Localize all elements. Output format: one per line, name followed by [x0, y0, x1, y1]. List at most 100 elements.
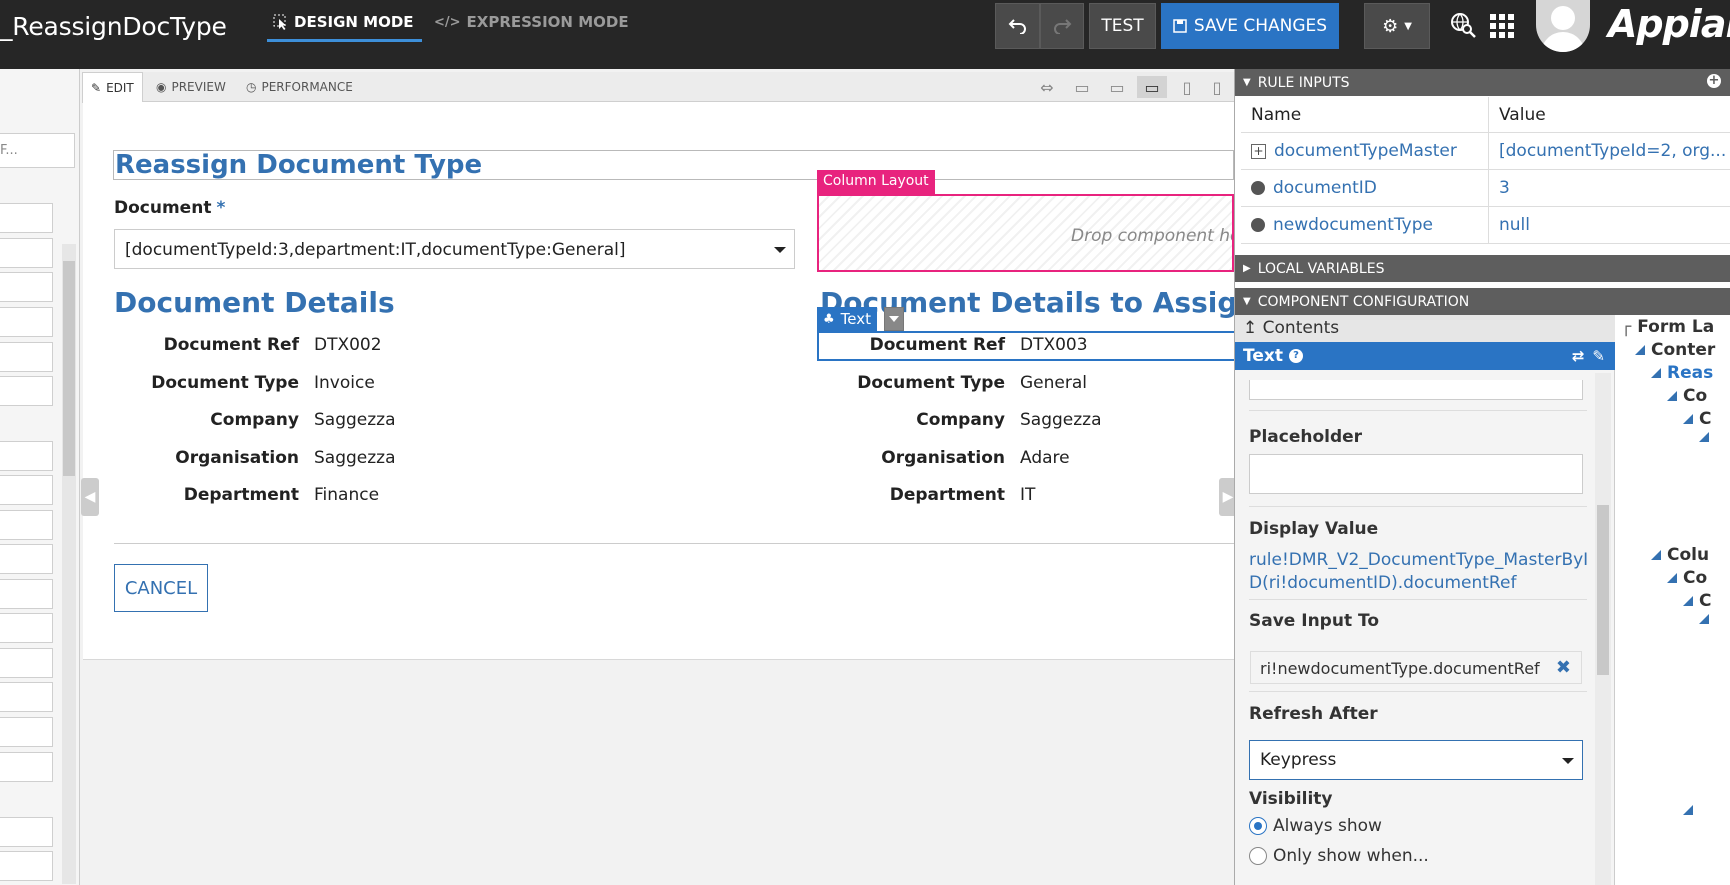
tree-item[interactable]: Co	[1667, 386, 1707, 406]
add-rule-input-icon[interactable]: +	[1707, 74, 1721, 88]
tree-item[interactable]: C	[1683, 591, 1711, 611]
radio-unselected[interactable]	[1249, 847, 1267, 865]
tree-item[interactable]: C	[1683, 409, 1711, 429]
remove-x-icon[interactable]: ✖	[1556, 657, 1571, 678]
tree-item[interactable]: Colu	[1651, 545, 1709, 565]
tablet-icon[interactable]: ▯	[1172, 76, 1202, 98]
expand-triangle-icon	[1683, 414, 1693, 424]
palette-item[interactable]	[0, 851, 53, 881]
form-title[interactable]: Reassign Document Type	[113, 150, 1234, 180]
palette-item[interactable]	[0, 648, 53, 678]
config-scroll-thumb[interactable]	[1597, 505, 1609, 675]
monitor-icon[interactable]: ▭	[1137, 76, 1167, 98]
right-company-label: Company	[916, 410, 1005, 430]
rule-input-row[interactable]: newdocumentType null	[1241, 207, 1730, 244]
right-dept-label: Department	[889, 485, 1005, 505]
help-icon[interactable]: ?	[1288, 349, 1303, 363]
save-input-chip[interactable]: ri!newdocumentType.documentRef ✖	[1250, 651, 1582, 684]
expand-plus-icon[interactable]: +	[1251, 143, 1266, 159]
text-tag-menu-button[interactable]	[884, 307, 904, 331]
palette-item[interactable]	[0, 579, 53, 609]
local-variables-header[interactable]: ▶ LOCAL VARIABLES	[1235, 255, 1730, 282]
palette-item[interactable]	[0, 342, 53, 372]
tree-item[interactable]: Co	[1667, 568, 1707, 588]
rule-inputs-header[interactable]: ▼ RULE INPUTS +	[1235, 69, 1730, 96]
palette-item[interactable]	[0, 752, 53, 782]
globe-search-icon[interactable]	[1450, 12, 1476, 38]
drop-zone[interactable]: Drop component here	[817, 194, 1234, 272]
tree-item-selected[interactable]: Reas	[1651, 363, 1713, 383]
tree-item[interactable]	[1699, 614, 1709, 624]
component-config-header[interactable]: ▼ COMPONENT CONFIGURATION	[1235, 288, 1730, 315]
undo-icon	[1008, 19, 1026, 34]
tree-item[interactable]	[1699, 432, 1709, 442]
visibility-always-option[interactable]: Always show	[1249, 816, 1382, 836]
column-layout-tag[interactable]: Column Layout	[817, 170, 935, 194]
palette-item[interactable]	[0, 307, 53, 337]
palette-item[interactable]	[0, 203, 53, 233]
app-grid-icon[interactable]	[1490, 14, 1514, 38]
tab-preview[interactable]: ◉ PREVIEW	[148, 72, 234, 102]
left-doc-type-label: Document Type	[151, 373, 299, 393]
palette-item[interactable]	[0, 441, 53, 471]
placeholder-input[interactable]	[1249, 454, 1583, 494]
design-mode-tab[interactable]: DESIGN MODE	[273, 13, 414, 31]
chevron-left-icon: ◀	[84, 489, 96, 505]
rule-input-row[interactable]: + documentTypeMaster [documentTypeId=2, o…	[1241, 133, 1730, 170]
refresh-after-select[interactable]: Keypress	[1249, 740, 1583, 780]
palette-scroll-thumb[interactable]	[63, 261, 75, 476]
rule-input-value[interactable]: null	[1488, 207, 1730, 243]
palette-item[interactable]	[0, 510, 53, 540]
rule-input-value[interactable]: 3	[1488, 170, 1730, 206]
selected-component-row[interactable]: Text ? ⇄ ✎	[1235, 342, 1615, 370]
right-doc-ref-label: Document Ref	[869, 335, 1005, 355]
radio-selected[interactable]	[1249, 817, 1267, 835]
test-button[interactable]: TEST	[1089, 3, 1156, 49]
text-component-tag[interactable]: ♣ Text	[817, 307, 877, 331]
tree-item[interactable]: ┌ Form La	[1621, 317, 1714, 337]
display-value-expression[interactable]: rule!DMR_V2_DocumentType_MasterByID(ri!d…	[1249, 549, 1589, 595]
redo-button[interactable]	[1040, 3, 1084, 49]
avatar[interactable]	[1536, 0, 1590, 52]
collapse-left-panel-handle[interactable]: ◀	[81, 478, 99, 516]
visibility-label: Visibility	[1249, 789, 1333, 809]
tab-edit[interactable]: ✎ EDIT	[82, 72, 143, 103]
document-dropdown[interactable]: [documentTypeId:3,department:IT,document…	[114, 229, 795, 269]
save-changes-button[interactable]: SAVE CHANGES	[1161, 3, 1339, 49]
visibility-conditional-option[interactable]: Only show when...	[1249, 846, 1429, 866]
text-tag-label: Text	[840, 310, 871, 328]
tree-item[interactable]	[1683, 805, 1693, 815]
palette-item[interactable]	[0, 717, 53, 747]
rule-input-row[interactable]: documentID 3	[1241, 170, 1730, 207]
fit-width-icon[interactable]: ⇔	[1032, 76, 1062, 98]
tree-item[interactable]: Conter	[1635, 340, 1715, 360]
active-mode-underline	[267, 39, 422, 42]
label-field[interactable]	[1249, 380, 1583, 400]
palette-search-input[interactable]: F...	[0, 133, 75, 168]
expression-mode-tab[interactable]: </> EXPRESSION MODE	[434, 13, 629, 31]
settings-menu-button[interactable]: ⚙ ▼	[1364, 3, 1430, 49]
cancel-button[interactable]: CANCEL	[114, 564, 208, 612]
palette-item[interactable]	[0, 376, 53, 406]
palette-item[interactable]	[0, 238, 53, 268]
expand-triangle-icon	[1651, 550, 1661, 560]
tab-performance[interactable]: ◷ PERFORMANCE	[238, 72, 361, 102]
contents-breadcrumb[interactable]: ↥ Contents	[1235, 315, 1615, 342]
phone-icon[interactable]: ▯	[1202, 76, 1232, 98]
palette-item[interactable]	[0, 817, 53, 847]
palette-item[interactable]	[0, 475, 53, 505]
desktop-icon[interactable]: ▭	[1102, 76, 1132, 98]
tab-edit-label: EDIT	[106, 81, 134, 95]
right-dept-value: IT	[1020, 485, 1036, 505]
desktop-wide-icon[interactable]: ▭	[1067, 76, 1097, 98]
caret-down-icon: ▼	[1243, 296, 1251, 307]
palette-item[interactable]	[0, 682, 53, 712]
palette-item[interactable]	[0, 613, 53, 643]
rule-input-value[interactable]: [documentTypeId=2, org...	[1488, 133, 1730, 169]
undo-button[interactable]	[995, 3, 1040, 49]
palette-item[interactable]	[0, 544, 53, 574]
palette-item[interactable]	[0, 272, 53, 302]
swap-icon[interactable]: ⇄	[1572, 347, 1585, 365]
edit-icon[interactable]: ✎	[1592, 347, 1605, 365]
left-doc-ref-label: Document Ref	[163, 335, 299, 355]
